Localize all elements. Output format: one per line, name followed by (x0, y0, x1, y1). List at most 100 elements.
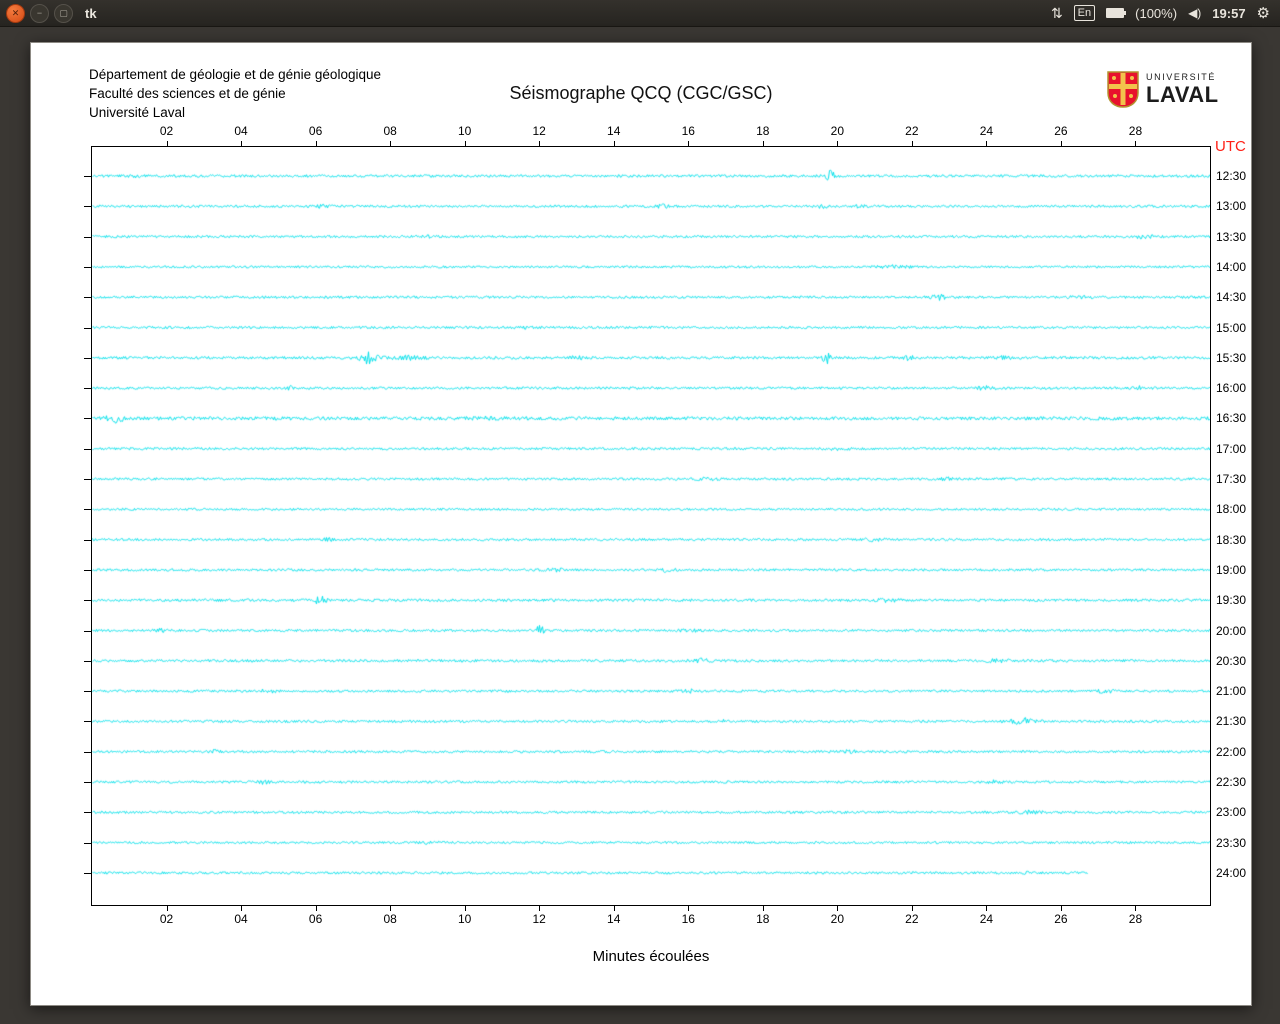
top-panel: ✕ − ▢ tk ⇅ En (100%) ◀) 19:57 ⚙ (0, 0, 1280, 27)
x-axis-tick-mark-bottom (911, 906, 913, 911)
trace-time-label: 16:00 (1216, 381, 1247, 396)
x-axis-title: Minutes écoulées (592, 948, 710, 965)
x-axis-tick-mark-bottom (837, 906, 839, 911)
x-axis-tick-mark-bottom (688, 906, 690, 911)
trace-row-tick (84, 388, 91, 390)
x-axis-tick-mark-top (688, 141, 690, 146)
trace-time-label: 17:30 (1216, 472, 1247, 486)
window-restore-button[interactable]: ▢ (54, 3, 73, 23)
x-axis-tick-label-top: 14 (607, 124, 621, 138)
x-axis-tick-label-top: 06 (308, 124, 323, 138)
x-axis-tick-label-bottom: 16 (681, 912, 695, 926)
x-axis-tick-mark-bottom (1135, 906, 1137, 911)
session-gear-icon[interactable]: ⚙ (1257, 6, 1270, 21)
trace-time-label: 15:30 (1216, 350, 1247, 365)
window-title: tk (85, 5, 97, 21)
x-axis-tick-label-bottom: 18 (756, 912, 770, 926)
trace-time-label: 15:00 (1216, 320, 1247, 335)
x-axis-tick-label-top: 04 (234, 124, 248, 138)
x-axis-tick-label-bottom: 04 (234, 912, 248, 926)
trace-time-label: 21:30 (1216, 714, 1247, 729)
trace-time-label: 20:30 (1216, 653, 1247, 668)
x-axis-tick-label-top: 18 (756, 124, 770, 138)
keyboard-layout-indicator[interactable]: En (1073, 5, 1096, 21)
trace-time-label: 19:00 (1216, 562, 1247, 577)
x-axis-tick-label-top: 26 (1054, 124, 1068, 138)
trace-row-tick (84, 357, 91, 359)
trace-time-label: 24:00 (1216, 865, 1247, 880)
trace-row-tick (84, 721, 91, 723)
laval-shield-icon (1107, 71, 1139, 108)
x-axis-tick-mark-bottom (613, 906, 615, 911)
trace-time-label: 14:30 (1216, 290, 1247, 305)
x-axis-tick-label-bottom: 24 (979, 912, 994, 926)
trace-row-tick (84, 479, 91, 480)
trace-row-tick (84, 872, 91, 874)
x-axis-tick-mark-top (762, 141, 764, 146)
x-axis-tick-label-bottom: 12 (532, 912, 546, 926)
x-axis-tick-mark-bottom (241, 906, 243, 911)
utc-label: UTC (1215, 138, 1246, 155)
x-axis-tick-mark-top (390, 141, 392, 146)
x-axis-tick-label-top: 16 (681, 124, 695, 138)
x-axis-tick-label-bottom: 10 (457, 912, 472, 926)
volume-icon[interactable]: ◀) (1188, 7, 1201, 19)
trace-time-label: 18:30 (1216, 532, 1247, 547)
x-axis-tick-label-top: 28 (1128, 124, 1143, 138)
trace-row-tick (84, 539, 91, 541)
x-axis-tick-mark-bottom (539, 906, 541, 911)
trace-row-tick (84, 569, 91, 571)
x-axis-tick-mark-top (315, 141, 317, 146)
x-axis-tick-mark-bottom (986, 906, 988, 911)
x-axis-tick-mark-top (1060, 141, 1062, 146)
x-axis-tick-mark-top (911, 141, 913, 146)
trace-time-label: 14:00 (1216, 259, 1247, 274)
institution-line-university: Université Laval (89, 105, 186, 120)
x-axis-tick-mark-bottom (1060, 906, 1062, 911)
trace-row-tick (84, 812, 91, 814)
laval-logo-text: UNIVERSITÉ LAVAL (1146, 73, 1219, 106)
system-tray: ⇅ En (100%) ◀) 19:57 ⚙ (1051, 0, 1270, 26)
x-axis-tick-mark-top (986, 141, 988, 146)
trace-time-label: 22:00 (1216, 744, 1247, 759)
tk-window: Département de géologie et de génie géol… (30, 42, 1252, 1006)
x-axis-tick-mark-bottom (390, 906, 392, 911)
trace-row-tick (84, 691, 91, 693)
x-axis-tick-mark-top (166, 141, 168, 146)
trace-time-label: 20:00 (1216, 623, 1247, 638)
trace-time-label: 21:00 (1216, 684, 1247, 699)
x-axis-tick-label-top: 12 (532, 124, 546, 138)
window-controls: ✕ − ▢ (6, 3, 73, 23)
trace-row-tick (84, 842, 91, 844)
helicorder-canvas (92, 147, 1210, 905)
clock[interactable]: 19:57 (1212, 6, 1245, 21)
x-axis-tick-label-top: 08 (383, 124, 397, 138)
trace-time-label: 16:30 (1216, 411, 1247, 426)
x-axis-tick-mark-top (1135, 141, 1137, 146)
trace-row-tick (84, 327, 91, 329)
trace-row-tick (84, 782, 91, 783)
x-axis-tick-label-top: 24 (979, 124, 994, 138)
x-axis-tick-mark-top (464, 141, 466, 146)
institution-line-department: Département de géologie et de génie géol… (89, 67, 381, 82)
x-axis-tick-label-bottom: 20 (830, 912, 845, 926)
x-axis-tick-label-top: 10 (457, 124, 472, 138)
network-arrows-icon[interactable]: ⇅ (1051, 6, 1063, 20)
trace-time-label: 13:00 (1216, 199, 1247, 214)
x-axis-tick-mark-bottom (315, 906, 317, 911)
trace-row-tick (84, 660, 91, 662)
trace-row-tick (84, 751, 91, 753)
x-axis-tick-label-bottom: 26 (1054, 912, 1068, 926)
window-close-button[interactable]: ✕ (6, 3, 25, 23)
trace-row-tick (84, 297, 91, 299)
laval-logo-laval: LAVAL (1146, 82, 1219, 107)
trace-time-label: 22:30 (1216, 775, 1247, 789)
x-axis-tick-label-bottom: 06 (308, 912, 323, 926)
battery-icon[interactable] (1106, 8, 1127, 18)
trace-time-label: 12:30 (1216, 169, 1247, 183)
trace-row-tick (84, 448, 91, 450)
window-minimize-button[interactable]: − (30, 3, 49, 23)
x-axis-tick-mark-top (613, 141, 615, 146)
x-axis-tick-mark-bottom (166, 906, 168, 911)
x-axis-tick-mark-bottom (762, 906, 764, 911)
